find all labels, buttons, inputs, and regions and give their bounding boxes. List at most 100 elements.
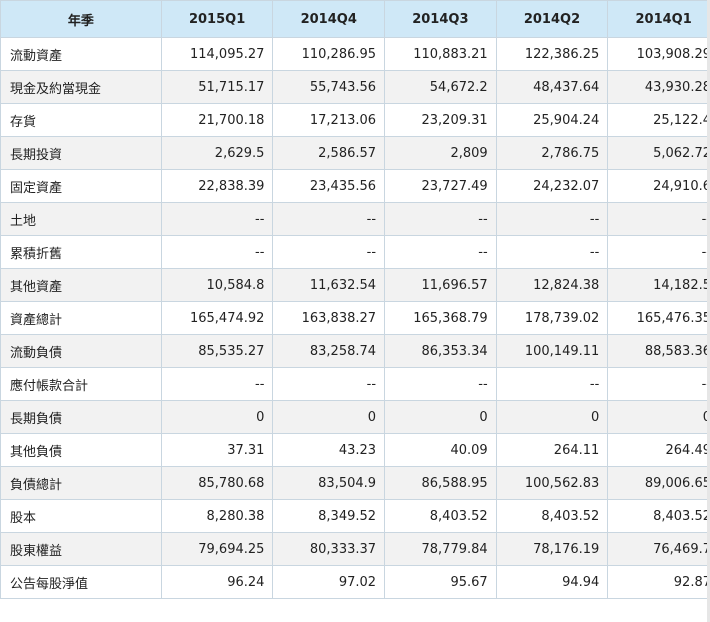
table-row: 股本 8,280.38 8,349.52 8,403.52 8,403.52 8,403.… <box>0 499 710 533</box>
table-row: 資產總計 165,474.92 163,838.27 165,368.79 178,73… <box>0 301 710 335</box>
table-cell: 8,349.52 <box>272 499 386 533</box>
table-cell: 8,403.52 <box>495 499 609 533</box>
table-cell: -- <box>160 367 274 401</box>
table-cell: -- <box>607 235 710 269</box>
row-label: 長期負債 <box>0 400 162 434</box>
table-cell: 23,727.49 <box>384 169 497 203</box>
row-label: 流動負債 <box>0 334 162 368</box>
column-header: 2014Q3 <box>384 0 497 38</box>
column-header: 2014Q4 <box>272 0 386 38</box>
table-cell: 94.94 <box>495 565 609 599</box>
table-cell: 110,286.95 <box>272 37 386 71</box>
table-row: 公告每股淨值 96.24 97.02 95.67 94.94 92.87 <box>0 565 710 599</box>
table-cell: 95.67 <box>384 565 497 599</box>
table-cell: -- <box>607 202 710 236</box>
table-cell: 110,883.21 <box>384 37 497 71</box>
table-cell: 5,062.72 <box>607 136 710 170</box>
table-cell: 83,504.9 <box>272 466 386 500</box>
table-cell: 89,006.65 <box>607 466 710 500</box>
table-cell: -- <box>607 367 710 401</box>
table-cell: 114,095.27 <box>160 37 274 71</box>
table-cell: -- <box>495 367 609 401</box>
row-label: 資產總計 <box>0 301 162 335</box>
table-cell: 122,386.25 <box>495 37 609 71</box>
table-cell: 0 <box>495 400 609 434</box>
table-cell: 165,476.35 <box>607 301 710 335</box>
table-cell: 23,435.56 <box>272 169 386 203</box>
table-cell: 78,779.84 <box>384 532 497 566</box>
table-cell: 163,838.27 <box>272 301 386 335</box>
table-cell: 79,694.25 <box>160 532 274 566</box>
table-cell: 23,209.31 <box>384 103 497 137</box>
table-cell: 96.24 <box>160 565 274 599</box>
table-cell: 2,629.5 <box>160 136 274 170</box>
table-cell: 85,535.27 <box>160 334 274 368</box>
table-cell: 165,474.92 <box>160 301 274 335</box>
row-label: 固定資產 <box>0 169 162 203</box>
row-label: 累積折舊 <box>0 235 162 269</box>
table-cell: 85,780.68 <box>160 466 274 500</box>
table-cell: 103,908.29 <box>607 37 710 71</box>
table-cell: 0 <box>272 400 386 434</box>
table-row: 其他資產 10,584.8 11,632.54 11,696.57 12,824.38 1… <box>0 268 710 302</box>
table-cell: 100,562.83 <box>495 466 609 500</box>
table-cell: -- <box>160 235 274 269</box>
table-cell: -- <box>384 235 497 269</box>
table-cell: -- <box>495 235 609 269</box>
row-label: 存貨 <box>0 103 162 137</box>
table-cell: 55,743.56 <box>272 70 386 104</box>
table-cell: -- <box>160 202 274 236</box>
table-cell: 24,232.07 <box>495 169 609 203</box>
balance-sheet-table: 年季 2015Q1 2014Q4 2014Q3 2014Q2 2014Q1 流動… <box>0 0 710 599</box>
table-cell: -- <box>384 202 497 236</box>
row-label: 應付帳款合計 <box>0 367 162 401</box>
table-cell: 92.87 <box>607 565 710 599</box>
table-row: 固定資產 22,838.39 23,435.56 23,727.49 24,232.07… <box>0 169 710 203</box>
table-row: 長期投資 2,629.5 2,586.57 2,809 2,786.75 5,062.72 <box>0 136 710 170</box>
table-row: 土地---------- <box>0 202 710 236</box>
row-label: 長期投資 <box>0 136 162 170</box>
table-cell: 8,403.52 <box>384 499 497 533</box>
table-cell: 54,672.2 <box>384 70 497 104</box>
table-cell: 12,824.38 <box>495 268 609 302</box>
table-cell: 14,182.5 <box>607 268 710 302</box>
table-cell: 78,176.19 <box>495 532 609 566</box>
table-cell: 264.11 <box>495 433 609 467</box>
table-cell: -- <box>272 235 386 269</box>
table-cell: 8,403.52 <box>607 499 710 533</box>
table-cell: 165,368.79 <box>384 301 497 335</box>
table-cell: 8,280.38 <box>160 499 274 533</box>
table-cell: 51,715.17 <box>160 70 274 104</box>
table-cell: 100,149.11 <box>495 334 609 368</box>
table-cell: 11,632.54 <box>272 268 386 302</box>
table-cell: 264.49 <box>607 433 710 467</box>
row-label: 股本 <box>0 499 162 533</box>
table-cell: 25,122.4 <box>607 103 710 137</box>
row-label: 現金及約當現金 <box>0 70 162 104</box>
table-row: 累積折舊---------- <box>0 235 710 269</box>
table-cell: 24,910.6 <box>607 169 710 203</box>
column-header: 2014Q2 <box>495 0 609 38</box>
table-cell: 2,809 <box>384 136 497 170</box>
table-cell: 11,696.57 <box>384 268 497 302</box>
table-cell: 2,786.75 <box>495 136 609 170</box>
table-body: 流動資產 114,095.27 110,286.95 110,883.21 122,38… <box>0 37 710 599</box>
table-cell: 37.31 <box>160 433 274 467</box>
balance-sheet-view: 年季 2015Q1 2014Q4 2014Q3 2014Q2 2014Q1 流動… <box>0 0 710 622</box>
table-row: 流動資產 114,095.27 110,286.95 110,883.21 122,38… <box>0 37 710 71</box>
table-cell: 0 <box>607 400 710 434</box>
table-cell: 43.23 <box>272 433 386 467</box>
table-cell: 86,353.34 <box>384 334 497 368</box>
row-label: 土地 <box>0 202 162 236</box>
table-cell: 97.02 <box>272 565 386 599</box>
table-cell: 76,469.7 <box>607 532 710 566</box>
row-label: 公告每股淨值 <box>0 565 162 599</box>
table-row: 存貨 21,700.18 17,213.06 23,209.31 25,904.24 25… <box>0 103 710 137</box>
table-cell: 86,588.95 <box>384 466 497 500</box>
table-cell: 88,583.36 <box>607 334 710 368</box>
table-cell: 43,930.28 <box>607 70 710 104</box>
row-label: 負債總計 <box>0 466 162 500</box>
table-cell: 2,586.57 <box>272 136 386 170</box>
table-cell: 83,258.74 <box>272 334 386 368</box>
table-cell: 25,904.24 <box>495 103 609 137</box>
